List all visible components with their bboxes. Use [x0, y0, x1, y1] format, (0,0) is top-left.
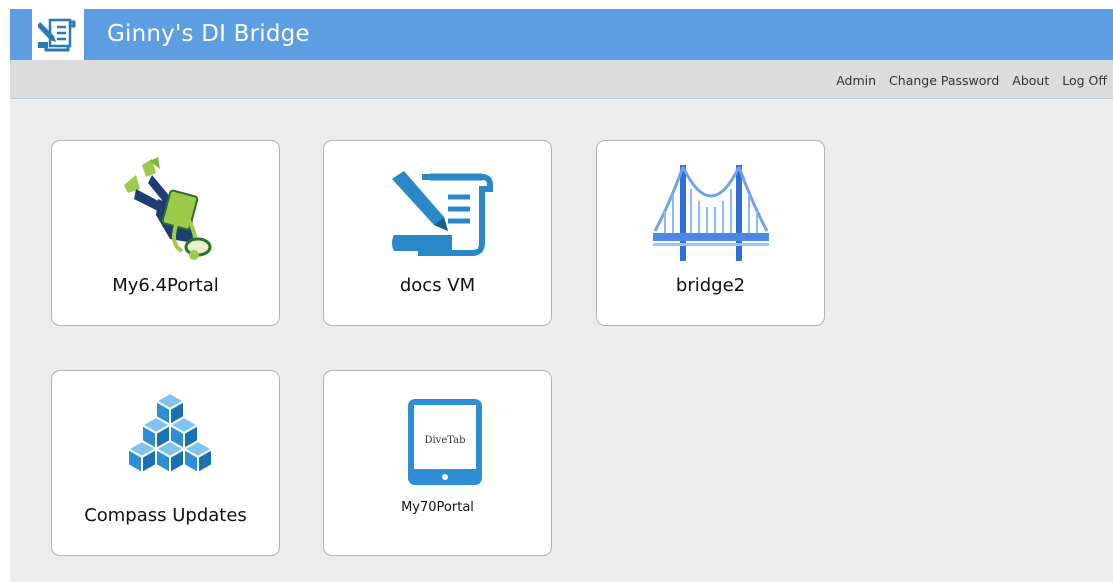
- cubes-icon: [125, 391, 214, 475]
- scroll-pen-icon: [391, 171, 493, 256]
- nav-link-admin[interactable]: Admin: [836, 73, 876, 88]
- tile-label: My6.4Portal: [112, 275, 219, 296]
- tile-icon-wrapper: [378, 155, 498, 265]
- tile-my70portal[interactable]: DiveTab My70Portal: [323, 370, 552, 556]
- app-window: Ginny's DI Bridge Admin Change Password …: [10, 9, 1113, 582]
- tile-label: My70Portal: [401, 500, 474, 515]
- tile-icon-wrapper: [651, 155, 771, 265]
- scroll-pen-icon: [38, 18, 76, 51]
- header-bar: Ginny's DI Bridge: [10, 9, 1113, 60]
- tile-compass-updates[interactable]: Compass Updates: [51, 370, 280, 556]
- nav-link-change-password[interactable]: Change Password: [889, 73, 999, 88]
- tile-icon-wrapper: [106, 155, 226, 265]
- tile-icon-wrapper: DiveTab: [378, 385, 498, 495]
- tile-label: bridge2: [675, 275, 746, 296]
- tile-docs-vm[interactable]: docs VM: [323, 140, 552, 326]
- tile-my64portal[interactable]: My6.4Portal: [51, 140, 280, 326]
- nav-link-about[interactable]: About: [1012, 73, 1049, 88]
- tile-label: Compass Updates: [84, 505, 247, 526]
- tile-icon-wrapper: [106, 385, 226, 495]
- tablet-screen-text: DiveTab: [424, 435, 465, 446]
- nav-link-log-off[interactable]: Log Off: [1062, 73, 1107, 88]
- app-title: Ginny's DI Bridge: [107, 21, 310, 47]
- tile-bridge2[interactable]: bridge2: [596, 140, 825, 326]
- tile-label: docs VM: [399, 275, 476, 296]
- bridge-icon: [652, 165, 769, 261]
- nav-links: Admin Change Password About Log Off: [836, 73, 1107, 88]
- top-nav-bar: Admin Change Password About Log Off: [10, 60, 1113, 99]
- app-logo[interactable]: [32, 9, 84, 60]
- diver-icon: [123, 157, 211, 260]
- tablet-icon: DiveTab: [407, 399, 482, 485]
